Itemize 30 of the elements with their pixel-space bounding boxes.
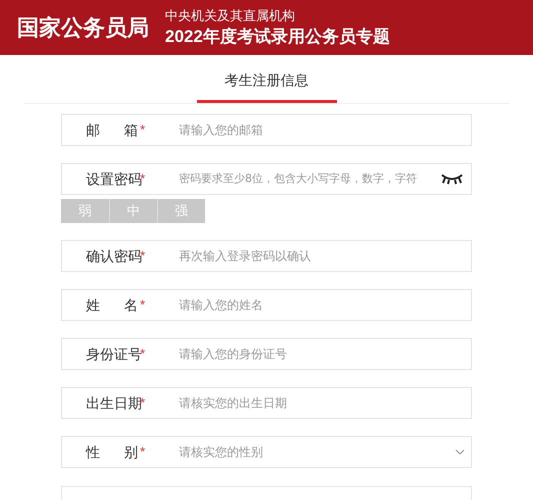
closed-eye-icon[interactable] (441, 173, 463, 185)
field-input[interactable]: 请输入您的姓名 (179, 296, 471, 314)
input-field[interactable]: 出生日期* 请核实您的出生日期 (61, 387, 472, 419)
select-field[interactable]: 性别* 请核实您的性别 (61, 436, 472, 468)
field-input[interactable]: 请核实您的性别 (179, 443, 455, 461)
field-input[interactable]: 密码要求至少8位，包含大小写字母，数字，字符 (179, 170, 441, 188)
chevron-down-icon[interactable] (455, 449, 465, 455)
required-mark: * (140, 121, 146, 140)
header-subtitle: 中央机关及其直属机构 (165, 6, 296, 24)
field-input[interactable]: 请核实您的出生日期 (179, 394, 471, 412)
required-mark: * (140, 296, 146, 314)
site-logo[interactable]: 国家公务员局 (17, 11, 149, 44)
input-field[interactable]: 设置密码* 密码要求至少8位，包含大小写字母，数字，字符 (61, 163, 472, 195)
required-mark: * (140, 345, 146, 364)
input-field[interactable]: 确认密码* 再次输入登录密码以确认 (61, 240, 472, 272)
field-label: 邮箱 (86, 120, 138, 140)
field-input[interactable]: 再次输入登录密码以确认 (179, 247, 471, 265)
header-title: 2022年度考试录用公务员专题 (165, 26, 390, 48)
required-mark: * (140, 170, 146, 188)
required-mark: * (140, 394, 146, 412)
field-label: 姓名 (86, 296, 138, 314)
field-label: 性别 (86, 442, 138, 462)
input-field[interactable]: 姓名* 请输入您的姓名 (61, 289, 472, 321)
required-mark: * (140, 247, 146, 266)
required-mark: * (140, 443, 146, 462)
input-field[interactable]: 邮箱* 请输入您的邮箱 (61, 114, 472, 146)
input-field[interactable]: 身份证号* 请输入您的身份证号 (61, 338, 472, 370)
field-input[interactable]: 请输入您的身份证号 (179, 345, 471, 363)
tab[interactable]: 考生注册信息 (196, 55, 336, 103)
field-input[interactable]: 请输入您的邮箱 (179, 121, 471, 139)
